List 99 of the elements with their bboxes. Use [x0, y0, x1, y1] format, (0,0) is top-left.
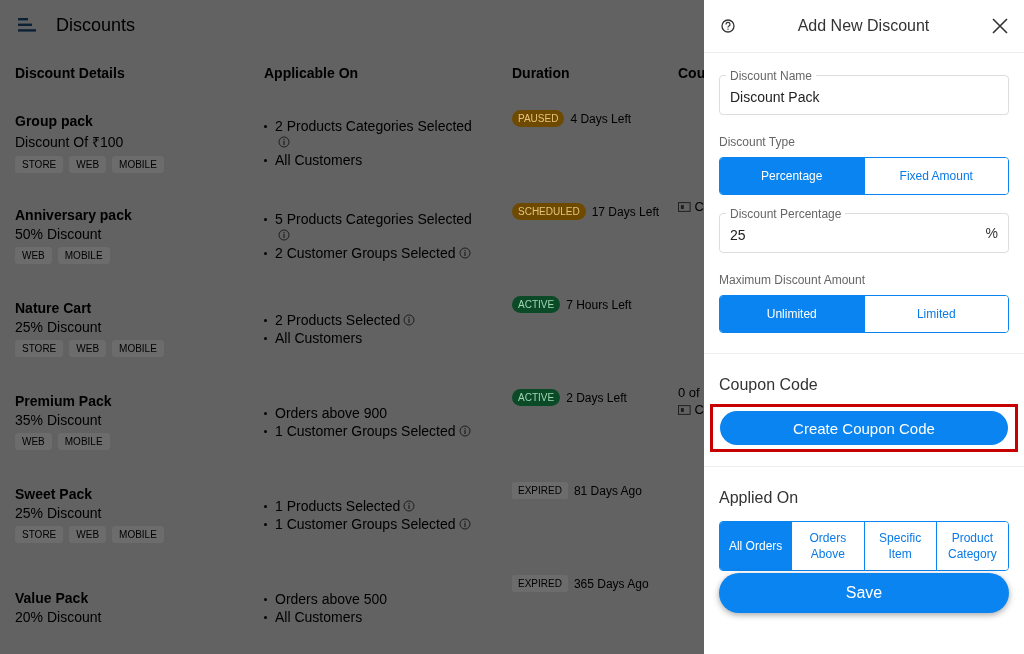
percent-suffix: % [985, 225, 998, 241]
bullet-icon [264, 597, 267, 601]
info-icon[interactable] [403, 313, 416, 326]
ticket-icon [678, 201, 691, 212]
discount-amount: Discount Of ₹100 [15, 132, 125, 151]
status-badge: EXPIRED [512, 482, 568, 499]
discount-name: Premium Pack [15, 393, 113, 409]
help-icon[interactable] [721, 19, 735, 33]
coupon-code: C [694, 402, 704, 417]
info-icon[interactable] [458, 517, 471, 530]
discount-amount: 25% Discount [15, 505, 103, 521]
time-remaining: 17 Days Left [591, 204, 660, 219]
coupon-code: C [694, 199, 704, 214]
info-icon[interactable] [278, 135, 290, 148]
applicable-item: 1 Products Selected [275, 497, 401, 514]
applicable-item: All Customers [275, 608, 363, 625]
field-label: Discount Name [726, 69, 817, 83]
info-icon[interactable] [458, 424, 471, 437]
panel-title: Add New Discount [797, 17, 930, 35]
segment-option[interactable]: All Orders [720, 522, 792, 570]
menu-icon[interactable] [18, 18, 36, 32]
channel-tag: MOBILE [57, 247, 110, 264]
section-heading: Applied On [719, 489, 800, 507]
column-header: Cou [678, 65, 704, 81]
discount-name: Value Pack [15, 590, 90, 606]
info-icon[interactable] [403, 499, 416, 512]
channel-tag: MOBILE [112, 340, 164, 357]
channel-tag: MOBILE [112, 526, 164, 543]
create-coupon-button[interactable]: Create Coupon Code [720, 411, 1008, 445]
discount-name: Group pack [15, 112, 94, 129]
applicable-item: 1 Customer Groups Selected [275, 515, 456, 532]
applicable-item: Orders above 500 [275, 590, 388, 607]
discount-name: Sweet Pack [15, 486, 94, 502]
ticket-icon [678, 404, 691, 415]
applicable-item: 2 Customer Groups Selected [275, 244, 456, 261]
max-amount-label: Maximum Discount Amount [719, 273, 867, 287]
info-icon[interactable] [458, 246, 471, 259]
bullet-icon [264, 124, 267, 128]
bullet-icon [264, 429, 267, 433]
channel-tag: WEB [15, 433, 52, 450]
segment-option[interactable]: Unlimited [720, 296, 864, 332]
status-badge: ACTIVE [512, 296, 561, 313]
applicable-item: 5 Products Categories Selected [275, 210, 472, 227]
time-remaining: 365 Days Ago [573, 576, 649, 591]
discount-type-label: Discount Type [719, 135, 796, 149]
field-label: Discount Percentage [726, 207, 846, 221]
bullet-icon [264, 336, 267, 340]
bullet-icon [264, 615, 267, 619]
bullet-icon [264, 522, 267, 526]
applicable-item: 2 Products Categories Selected [275, 117, 472, 134]
discount-amount: 25% Discount [15, 319, 103, 335]
status-badge: EXPIRED [512, 575, 568, 592]
time-remaining: 7 Hours Left [566, 297, 632, 312]
discount-amount: 35% Discount [15, 412, 103, 428]
bullet-icon [264, 411, 267, 415]
bullet-icon [264, 251, 267, 255]
coupon-usage: 0 of [678, 385, 701, 400]
time-remaining: 2 Days Left [566, 390, 627, 405]
bullet-icon [264, 318, 267, 322]
segment-option[interactable]: Percentage [720, 158, 864, 194]
page-title: Discounts [56, 14, 136, 36]
close-icon[interactable] [992, 18, 1008, 34]
column-header: Discount Details [15, 65, 126, 81]
segment-option[interactable]: Product Category [935, 522, 1008, 570]
time-remaining: 81 Days Ago [573, 483, 642, 498]
applicable-item: All Customers [275, 151, 363, 168]
status-badge: PAUSED [512, 110, 565, 127]
channel-tag: STORE [15, 526, 64, 543]
channel-tag: MOBILE [112, 155, 164, 173]
segment-option[interactable]: Limited [863, 296, 1008, 332]
channel-tag: STORE [15, 155, 64, 173]
column-header: Applicable On [264, 65, 360, 81]
channel-tag: STORE [15, 340, 64, 357]
discount-name: Nature Cart [15, 300, 93, 316]
bullet-icon [264, 217, 267, 221]
field-value: 25 [730, 227, 746, 243]
section-heading: Coupon Code [719, 376, 819, 394]
channel-tag: WEB [69, 340, 107, 357]
channel-tag: WEB [69, 526, 107, 543]
discount-amount: 50% Discount [15, 226, 103, 242]
info-icon[interactable] [278, 228, 290, 241]
discount-amount: 20% Discount [15, 609, 103, 625]
time-remaining: 4 Days Left [570, 111, 632, 126]
status-badge: SCHEDULED [512, 203, 586, 220]
applicable-item: All Customers [275, 329, 363, 346]
channel-tag: WEB [15, 247, 52, 264]
segment-option[interactable]: Fixed Amount [863, 158, 1008, 194]
field-value: Discount Pack [730, 89, 820, 105]
channel-tag: WEB [69, 155, 107, 173]
applicable-item: 2 Products Selected [275, 311, 401, 328]
channel-tag: MOBILE [57, 433, 110, 450]
bullet-icon [264, 158, 267, 162]
bullet-icon [264, 504, 267, 508]
applicable-item: 1 Customer Groups Selected [275, 422, 456, 439]
save-button[interactable]: Save [719, 573, 1009, 613]
status-badge: ACTIVE [512, 389, 561, 406]
applicable-item: Orders above 900 [275, 404, 388, 421]
discount-name: Anniversary pack [15, 207, 133, 223]
column-header: Duration [512, 65, 571, 81]
